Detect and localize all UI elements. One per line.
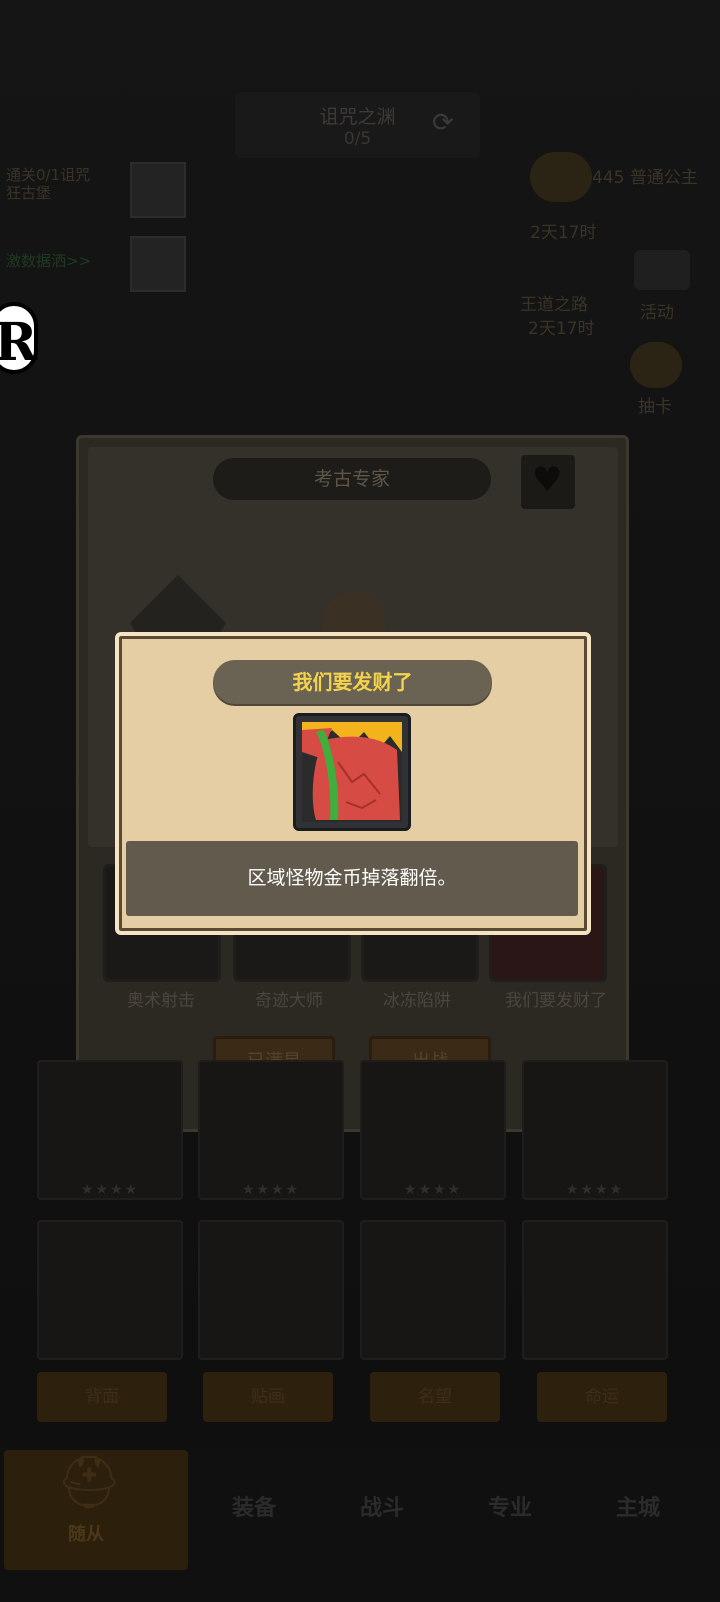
hero-card[interactable] bbox=[360, 1220, 506, 1360]
right-menu-3-label: 王道之路 bbox=[520, 295, 588, 315]
nav-equipment[interactable]: 装备 bbox=[232, 1490, 276, 1522]
skill-name-2: 奇迹大师 bbox=[255, 991, 323, 1011]
favorite-heart-button[interactable]: ♥ bbox=[521, 455, 575, 509]
grid-tab-4[interactable]: 命运 bbox=[537, 1372, 667, 1422]
card-stars: ★★★★ bbox=[403, 1182, 463, 1198]
left-quest-2[interactable]: 激数据洒>> bbox=[0, 232, 200, 294]
grid-tab-3-label: 名望 bbox=[418, 1387, 452, 1407]
nav-profession[interactable]: 专业 bbox=[488, 1490, 532, 1522]
hero-card[interactable] bbox=[198, 1220, 344, 1360]
hero-name: 考古专家 bbox=[313, 468, 390, 490]
card-stars: ★★★★ bbox=[241, 1182, 301, 1198]
princess-icon[interactable] bbox=[530, 152, 592, 202]
left-quest-1-icon bbox=[130, 162, 186, 218]
left-quest-2-text: 激数据洒>> bbox=[6, 252, 92, 270]
grid-tab-2-label: 贴画 bbox=[251, 1387, 285, 1407]
grid-tab-4-label: 命运 bbox=[585, 1387, 619, 1407]
hero-card[interactable] bbox=[360, 1060, 506, 1200]
left-quest-2-icon bbox=[130, 236, 186, 292]
hero-card[interactable] bbox=[522, 1060, 668, 1200]
left-quest-1[interactable]: 通关0/1诅咒 狂古堡 bbox=[0, 158, 200, 220]
hero-card[interactable] bbox=[198, 1060, 344, 1200]
popup-title: 我们要发财了 bbox=[292, 670, 413, 694]
grid-tab-2[interactable]: 贴画 bbox=[203, 1372, 333, 1422]
skill-name-3: 冰冻陷阱 bbox=[383, 991, 451, 1011]
grid-tab-1-label: 背面 bbox=[85, 1387, 119, 1407]
gacha-icon[interactable] bbox=[630, 342, 682, 388]
right-menu-3-timer: 2天17时 bbox=[528, 319, 595, 339]
card-stars: ★★★★ bbox=[80, 1182, 140, 1198]
nav-team-button[interactable]: ⛑ 随从 bbox=[4, 1450, 188, 1570]
hero-name-plate: 考古专家 bbox=[213, 458, 491, 500]
recording-badge-icon[interactable]: R bbox=[0, 302, 38, 374]
right-menu-4-label: 抽卡 bbox=[638, 397, 672, 417]
grid-tab-1[interactable]: 背面 bbox=[37, 1372, 167, 1422]
activity-icon[interactable] bbox=[634, 250, 690, 290]
right-menu-2-label: 活动 bbox=[640, 303, 674, 323]
viking-helmet-icon: ⛑ bbox=[56, 1453, 123, 1513]
hero-card[interactable] bbox=[37, 1220, 183, 1360]
description-band: 区域怪物金币掉落翻倍。 bbox=[126, 841, 578, 916]
money-bag-icon bbox=[302, 722, 402, 822]
nav-battle[interactable]: 战斗 bbox=[360, 1490, 404, 1522]
skill-name-1: 奥术射击 bbox=[127, 991, 195, 1011]
hero-card[interactable] bbox=[522, 1220, 668, 1360]
skill-name-4: 我们要发财了 bbox=[505, 991, 607, 1011]
skill-description: 区域怪物金币掉落翻倍。 bbox=[247, 867, 457, 889]
hero-card[interactable] bbox=[37, 1060, 183, 1200]
left-quest-1-line2: 狂古堡 bbox=[6, 184, 52, 202]
nav-city[interactable]: 主城 bbox=[616, 1490, 660, 1522]
right-menu-1-label: 445 普通公主 bbox=[592, 168, 698, 188]
right-menu-1-timer: 2天17时 bbox=[530, 223, 597, 243]
card-stars: ★★★★ bbox=[565, 1182, 625, 1198]
left-quest-1-line1: 通关0/1诅咒 bbox=[6, 166, 91, 184]
popup-title-plate: 我们要发财了 bbox=[213, 660, 492, 704]
heart-icon: ♥ bbox=[532, 460, 563, 500]
nav-team-label: 随从 bbox=[68, 1524, 104, 1545]
refresh-icon[interactable]: ⟳ bbox=[432, 108, 454, 138]
grid-tab-3[interactable]: 名望 bbox=[370, 1372, 500, 1422]
